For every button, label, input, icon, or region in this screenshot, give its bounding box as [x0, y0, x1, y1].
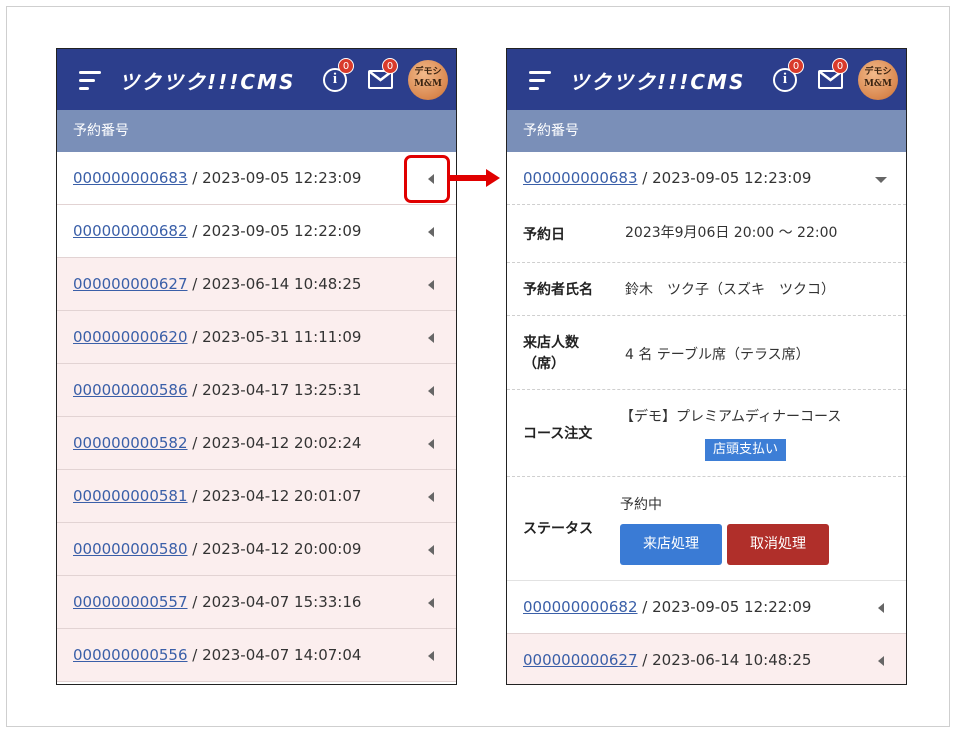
- reservation-number-link[interactable]: 000000000627: [523, 651, 638, 669]
- caret-left-icon[interactable]: [428, 545, 434, 555]
- detail-value: 【デモ】プレミアムディナーコース: [620, 409, 842, 425]
- list-item[interactable]: 000000000683 / 2023-09-05 12:23:09: [57, 152, 456, 205]
- app-header: ツクツク!!!CMS i 0 0 デモシ M&M: [507, 49, 906, 110]
- caret-left-icon[interactable]: [428, 439, 434, 449]
- detail-status: ステータス 予約中 来店処理 取消処理: [507, 477, 906, 581]
- avatar-text-bottom: M&M: [413, 79, 443, 89]
- highlight-box: [404, 155, 450, 203]
- caret-left-icon[interactable]: [428, 598, 434, 608]
- detail-reservation-date: 予約日 2023年9月06日 20:00 ～ 22:00: [507, 205, 906, 263]
- menu-icon[interactable]: [529, 71, 551, 91]
- list-item[interactable]: 000000000556 / 2023-04-07 14:07:04: [57, 629, 456, 682]
- list-item-expanded[interactable]: 000000000683 / 2023-09-05 12:23:09: [507, 152, 906, 205]
- list-subheader: 予約番号: [57, 110, 456, 152]
- avatar[interactable]: デモシ M&M: [408, 60, 448, 100]
- reservation-number-link[interactable]: 000000000581: [73, 487, 188, 505]
- detail-party-size: 来店人数 （席） 4 名 テーブル席（テラス席）: [507, 316, 906, 390]
- caret-left-icon[interactable]: [878, 656, 884, 666]
- reservation-list: 000000000683 / 2023-09-05 12:23:09 000000…: [57, 152, 456, 682]
- phone-screen-detail: ツクツク!!!CMS i 0 0 デモシ M&M 予約番号 0000000006…: [506, 48, 907, 685]
- detail-label: 予約者氏名: [523, 282, 593, 298]
- list-item[interactable]: 000000000620 / 2023-05-31 11:11:09: [57, 311, 456, 364]
- caret-left-icon[interactable]: [428, 386, 434, 396]
- reservation-number-link[interactable]: 000000000582: [73, 434, 188, 452]
- caret-left-icon[interactable]: [428, 492, 434, 502]
- avatar[interactable]: デモシ M&M: [858, 60, 898, 100]
- reservation-datetime: / 2023-04-12 20:01:07: [187, 487, 362, 505]
- mail-badge: 0: [382, 58, 398, 74]
- info-badge: 0: [338, 58, 354, 74]
- list-subheader: 予約番号: [507, 110, 906, 152]
- avatar-text-bottom: M&M: [863, 79, 893, 89]
- avatar-text-top: デモシ: [864, 67, 892, 77]
- status-value: 予約中: [620, 497, 662, 513]
- reservation-datetime: / 2023-04-12 20:00:09: [187, 540, 362, 558]
- reservation-datetime: / 2023-09-05 12:23:09: [187, 169, 362, 187]
- reservation-datetime: / 2023-09-05 12:22:09: [187, 222, 362, 240]
- reservation-number-link[interactable]: 000000000556: [73, 646, 188, 664]
- app-header: ツクツク!!!CMS i 0 0 デモシ M&M: [57, 49, 456, 110]
- reservation-datetime: / 2023-05-31 11:11:09: [187, 328, 362, 346]
- caret-left-icon[interactable]: [428, 280, 434, 290]
- reservation-number-link[interactable]: 000000000580: [73, 540, 188, 558]
- list-item[interactable]: 000000000581 / 2023-04-12 20:01:07: [57, 470, 456, 523]
- reservation-datetime: / 2023-06-14 10:48:25: [187, 275, 362, 293]
- list-item[interactable]: 000000000682 / 2023-09-05 12:22:09: [507, 581, 906, 634]
- reservation-number-link[interactable]: 000000000557: [73, 593, 188, 611]
- payment-badge: 店頭支払い: [705, 439, 787, 461]
- detail-label: コース注文: [523, 426, 593, 442]
- reservation-datetime: / 2023-04-07 15:33:16: [187, 593, 362, 611]
- detail-label: 予約日: [523, 227, 565, 243]
- list-item[interactable]: 000000000627 / 2023-06-14 10:48:25: [507, 634, 906, 684]
- info-badge: 0: [788, 58, 804, 74]
- caret-left-icon[interactable]: [428, 333, 434, 343]
- reservation-number-link[interactable]: 000000000586: [73, 381, 188, 399]
- list-item[interactable]: 000000000586 / 2023-04-17 13:25:31: [57, 364, 456, 417]
- reservation-number-link[interactable]: 000000000682: [523, 598, 638, 616]
- reservation-number-link[interactable]: 000000000683: [73, 169, 188, 187]
- reservation-number-link[interactable]: 000000000682: [73, 222, 188, 240]
- detail-label: 来店人数: [523, 335, 579, 351]
- list-item[interactable]: 000000000580 / 2023-04-12 20:00:09: [57, 523, 456, 576]
- detail-value: 鈴木 ツク子（スズキ ツクコ）: [625, 282, 835, 298]
- caret-left-icon[interactable]: [428, 227, 434, 237]
- reservation-datetime: / 2023-06-14 10:48:25: [637, 651, 812, 669]
- visit-process-button[interactable]: 来店処理: [620, 524, 722, 565]
- caret-left-icon[interactable]: [428, 651, 434, 661]
- caret-left-icon[interactable]: [878, 603, 884, 613]
- caret-down-icon[interactable]: [875, 177, 887, 183]
- reservation-datetime: / 2023-04-07 14:07:04: [187, 646, 362, 664]
- reservation-datetime: / 2023-09-05 12:23:09: [637, 169, 812, 187]
- list-item[interactable]: 000000000582 / 2023-04-12 20:02:24: [57, 417, 456, 470]
- arrow-icon: [486, 169, 500, 187]
- detail-value: 4 名 テーブル席（テラス席）: [625, 347, 810, 363]
- list-item[interactable]: 000000000627 / 2023-06-14 10:48:25: [57, 258, 456, 311]
- reservation-number-link[interactable]: 000000000627: [73, 275, 188, 293]
- detail-label: ステータス: [523, 521, 593, 537]
- menu-icon[interactable]: [79, 71, 101, 91]
- arrow-shaft: [450, 175, 488, 181]
- reservation-list-rest: 000000000682 / 2023-09-05 12:22:09 000000…: [507, 581, 906, 684]
- phone-screen-list: ツクツク!!!CMS i 0 0 デモシ M&M 予約番号 0000000006…: [56, 48, 457, 685]
- payment-tag-wrap: 店頭支払い: [705, 439, 787, 461]
- app-logo[interactable]: ツクツク!!!CMS: [569, 66, 745, 95]
- reservation-datetime: / 2023-04-12 20:02:24: [187, 434, 362, 452]
- detail-customer-name: 予約者氏名 鈴木 ツク子（スズキ ツクコ）: [507, 263, 906, 316]
- avatar-text-top: デモシ: [414, 67, 442, 77]
- reservation-number-link[interactable]: 000000000683: [523, 169, 638, 187]
- list-item[interactable]: 000000000682 / 2023-09-05 12:22:09: [57, 205, 456, 258]
- reservation-datetime: / 2023-04-17 13:25:31: [187, 381, 362, 399]
- mail-badge: 0: [832, 58, 848, 74]
- detail-value: 2023年9月06日 20:00 ～ 22:00: [625, 225, 838, 241]
- list-item[interactable]: 000000000557 / 2023-04-07 15:33:16: [57, 576, 456, 629]
- detail-course: コース注文 【デモ】プレミアムディナーコース 店頭支払い: [507, 390, 906, 477]
- detail-label: （席）: [523, 356, 565, 372]
- reservation-number-link[interactable]: 000000000620: [73, 328, 188, 346]
- reservation-datetime: / 2023-09-05 12:22:09: [637, 598, 812, 616]
- app-logo[interactable]: ツクツク!!!CMS: [119, 66, 295, 95]
- cancel-process-button[interactable]: 取消処理: [727, 524, 829, 565]
